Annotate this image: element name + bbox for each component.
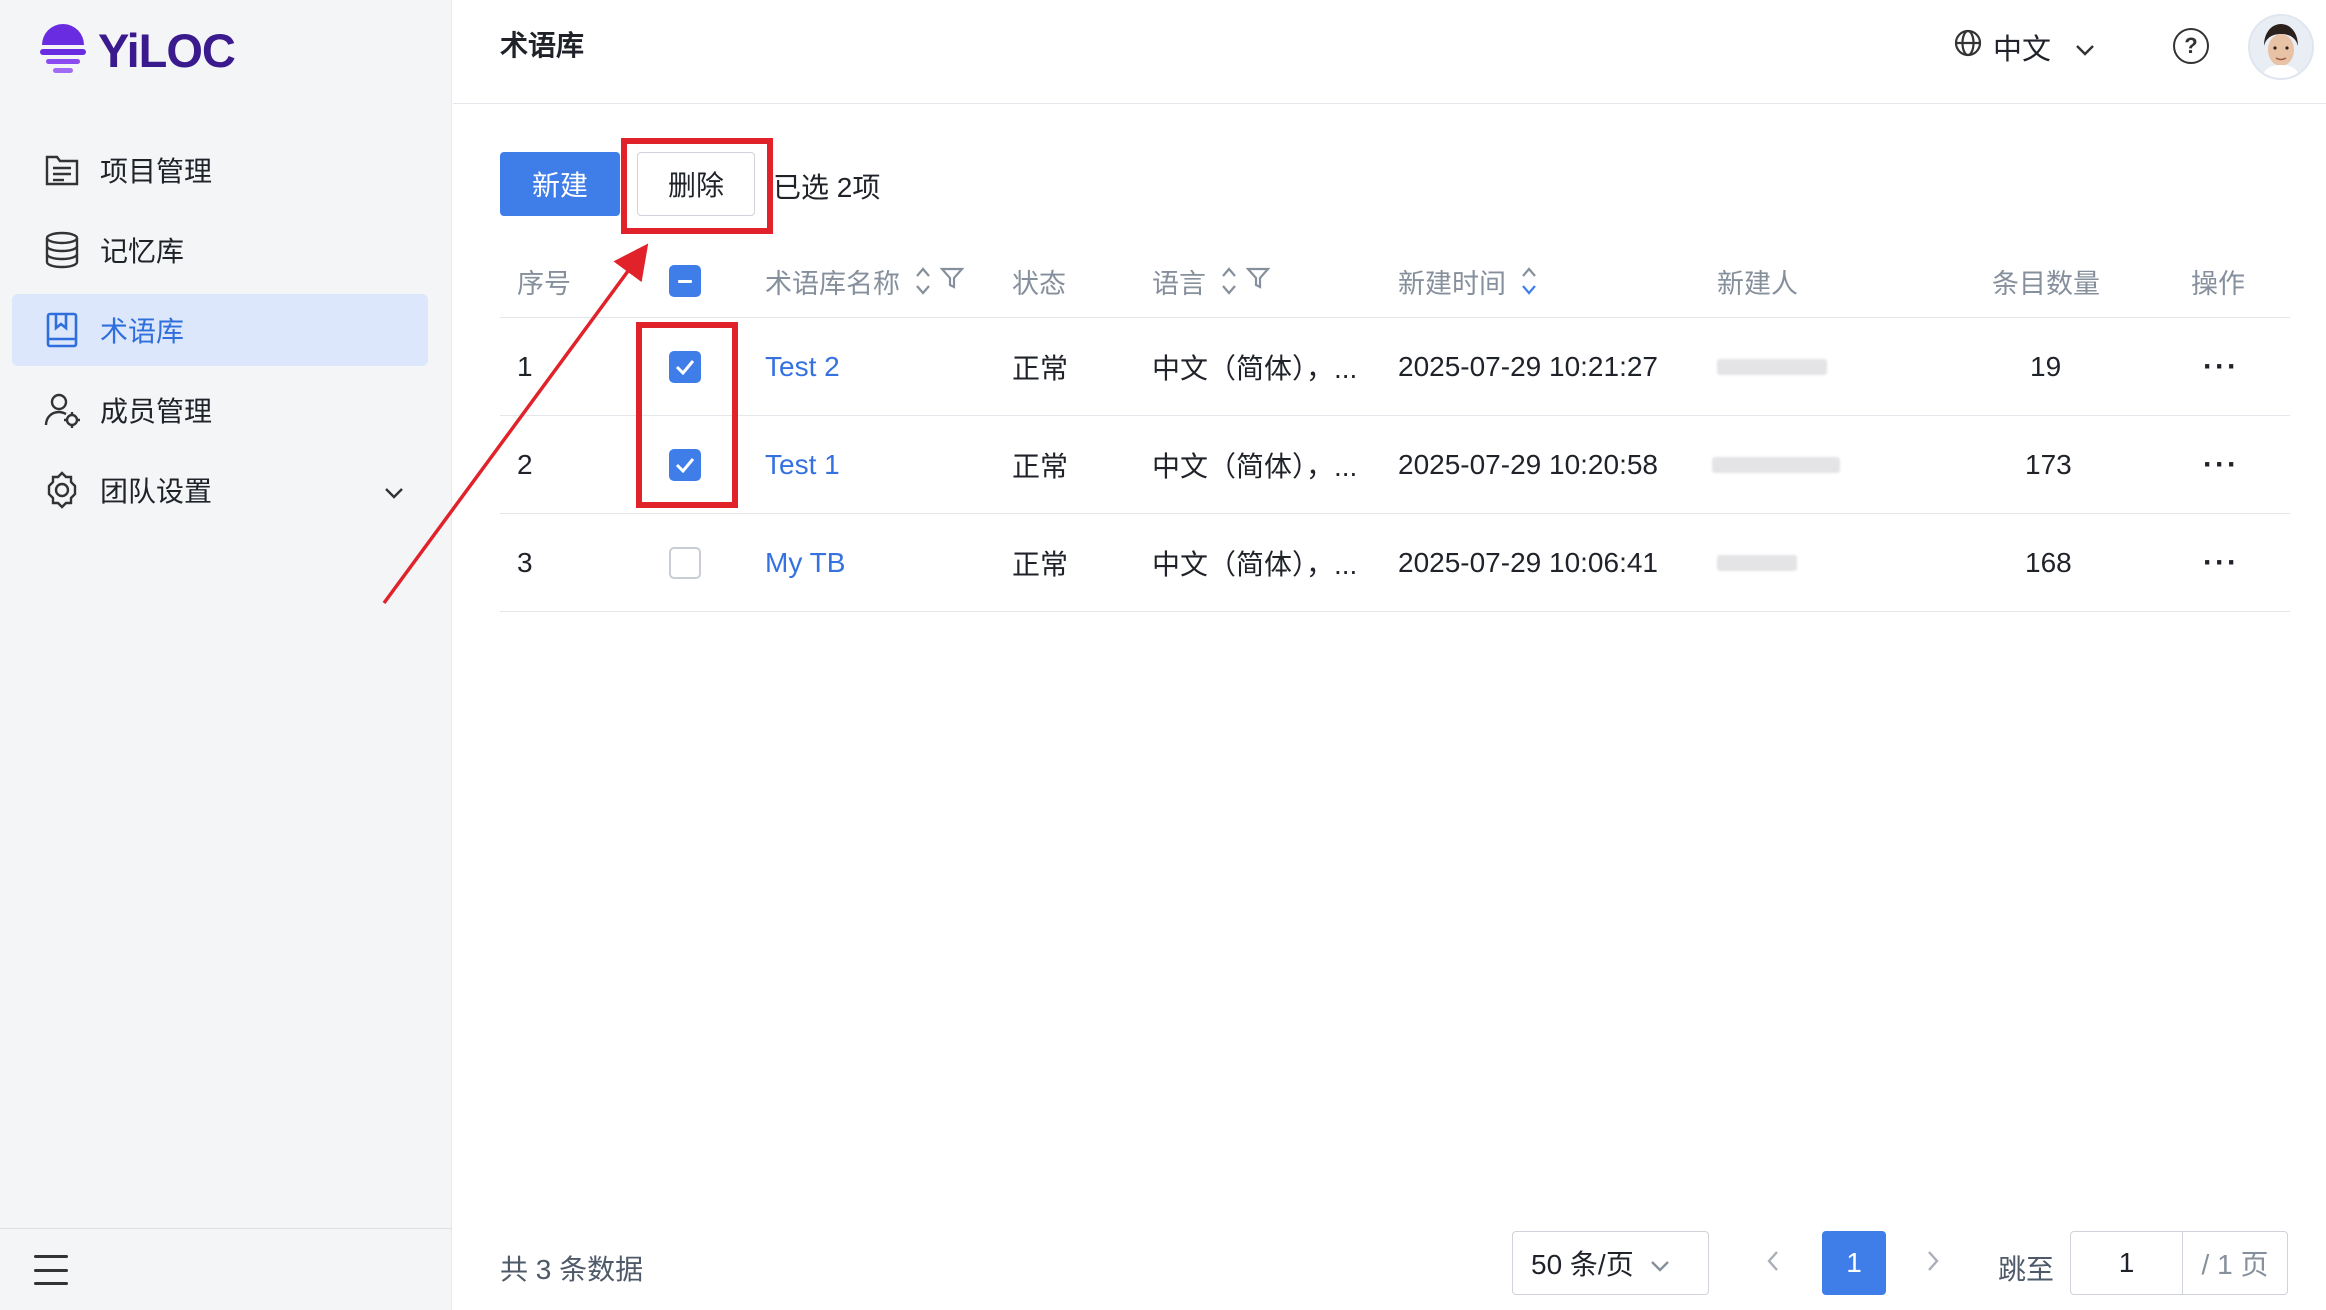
row-creator-redacted: [1712, 416, 1840, 514]
more-actions-icon[interactable]: ···: [2203, 514, 2239, 612]
row-entries: 173: [2025, 449, 2072, 480]
sidebar-item-label: 项目管理: [100, 156, 213, 187]
sort-icon[interactable]: [914, 263, 932, 299]
next-page-icon[interactable]: [1926, 1246, 1940, 1280]
chevron-down-icon[interactable]: [384, 474, 404, 506]
brand-name: YiLOC: [98, 23, 236, 77]
row-created: 2025-07-29 10:21:27: [1398, 351, 1658, 382]
sort-icon[interactable]: [1520, 263, 1538, 299]
row-status: 正常: [1012, 353, 1069, 384]
help-icon[interactable]: ?: [2173, 28, 2209, 64]
sidebar-item-label: 记忆库: [100, 236, 185, 267]
row-entries: 168: [2025, 547, 2072, 578]
page-size-select[interactable]: 50 条/页: [1512, 1231, 1709, 1295]
sidebar-footer: [0, 1228, 452, 1310]
row-status: 正常: [1012, 451, 1069, 482]
sidebar-item-members[interactable]: 成员管理: [12, 374, 428, 446]
select-all-checkbox[interactable]: [669, 265, 701, 297]
column-header-index: 序号: [517, 268, 571, 299]
row-created: 2025-07-29 10:06:41: [1398, 547, 1658, 578]
column-header-language: 语言: [1152, 244, 1271, 318]
total-pages: / 1 页: [2201, 1249, 2269, 1280]
row-creator-redacted: [1717, 318, 1827, 416]
annotation-box-checkboxes: [636, 322, 738, 508]
page-title: 术语库: [500, 30, 585, 61]
prev-page-icon[interactable]: [1766, 1246, 1780, 1280]
filter-icon[interactable]: [939, 266, 965, 297]
language-switcher[interactable]: 中文: [1953, 26, 2095, 68]
column-header-label: 语言: [1152, 268, 1206, 299]
column-header-entries: 条目数量: [1992, 268, 2100, 299]
row-index: 3: [517, 547, 533, 578]
avatar[interactable]: [2248, 14, 2314, 80]
more-actions-icon[interactable]: ···: [2203, 416, 2239, 514]
termbase-table: 序号 术语库名称 状态 语言 新建时间 新建人 条目数量 操作 1 Test 2…: [500, 244, 2290, 612]
column-header-label: 新建时间: [1398, 268, 1506, 299]
row-checkbox[interactable]: [669, 547, 701, 579]
more-actions-icon[interactable]: ···: [2203, 318, 2239, 416]
row-status: 正常: [1012, 549, 1069, 580]
sidebar-item-projects[interactable]: 项目管理: [12, 134, 428, 206]
sidebar-item-termbase[interactable]: 术语库: [12, 294, 428, 366]
sidebar-item-memory[interactable]: 记忆库: [12, 214, 428, 286]
row-entries: 19: [2030, 351, 2062, 382]
row-index: 1: [517, 351, 533, 382]
table-header: 序号 术语库名称 状态 语言 新建时间 新建人 条目数量 操作: [500, 244, 2290, 318]
chevron-down-icon: [2075, 31, 2095, 64]
column-header-creator: 新建人: [1717, 268, 1798, 299]
user-gear-icon: [42, 390, 82, 430]
column-header-actions: 操作: [2191, 268, 2245, 299]
sidebar: YiLOC 项目管理 记忆库 术语库 成员管理 团队设置: [0, 0, 452, 1310]
sort-icon[interactable]: [1220, 263, 1238, 299]
top-header: 术语库 中文 ?: [453, 0, 2326, 104]
row-language: 中文（简体），...: [1152, 451, 1358, 482]
table-row[interactable]: 1 Test 2 正常 中文（简体），... 2025-07-29 10:21:…: [500, 318, 2290, 416]
jump-page-input[interactable]: 1: [2071, 1232, 2183, 1294]
filter-icon[interactable]: [1245, 266, 1271, 297]
column-header-label: 术语库名称: [765, 268, 900, 299]
file-list-icon: [42, 150, 82, 190]
new-button[interactable]: 新建: [500, 152, 620, 216]
language-label: 中文: [1993, 34, 2052, 66]
database-icon: [42, 230, 82, 270]
sidebar-item-team-settings[interactable]: 团队设置: [12, 454, 428, 526]
row-index: 2: [517, 449, 533, 480]
row-created: 2025-07-29 10:20:58: [1398, 449, 1658, 480]
app-logo[interactable]: YiLOC: [38, 18, 236, 82]
table-row[interactable]: 2 Test 1 正常 中文（简体），... 2025-07-29 10:20:…: [500, 416, 2290, 514]
book-icon: [42, 310, 82, 350]
globe-icon: [1953, 28, 1983, 66]
page-1-button[interactable]: 1: [1822, 1231, 1886, 1295]
table-row[interactable]: 3 My TB 正常 中文（简体），... 2025-07-29 10:06:4…: [500, 514, 2290, 612]
menu-collapse-icon[interactable]: [34, 1255, 68, 1285]
sidebar-nav: 项目管理 记忆库 术语库 成员管理 团队设置: [12, 134, 428, 534]
total-count: 共 3 条数据: [500, 1254, 644, 1285]
sidebar-item-label: 团队设置: [100, 476, 213, 507]
column-header-name: 术语库名称: [765, 244, 965, 318]
row-language: 中文（简体），...: [1152, 353, 1358, 384]
sidebar-item-label: 成员管理: [100, 396, 213, 427]
termbase-name-link[interactable]: Test 2: [765, 318, 840, 416]
annotation-box-delete: [621, 138, 773, 234]
jump-to-page: 1 / 1 页: [2070, 1231, 2288, 1295]
gear-icon: [42, 470, 82, 510]
column-header-created: 新建时间: [1398, 244, 1538, 318]
row-creator-redacted: [1717, 514, 1797, 612]
page-size-value: 50 条/页: [1531, 1249, 1634, 1280]
selected-count: 已选 2项: [773, 172, 881, 203]
column-header-status: 状态: [1012, 268, 1066, 299]
logo-mark-icon: [38, 21, 88, 79]
jump-label: 跳至: [1998, 1254, 2055, 1285]
chevron-down-icon: [1650, 1247, 1670, 1279]
row-language: 中文（简体），...: [1152, 549, 1358, 580]
sidebar-item-label: 术语库: [100, 316, 185, 347]
termbase-name-link[interactable]: Test 1: [765, 416, 840, 514]
termbase-name-link[interactable]: My TB: [765, 514, 845, 612]
select-all-column: [669, 244, 701, 318]
